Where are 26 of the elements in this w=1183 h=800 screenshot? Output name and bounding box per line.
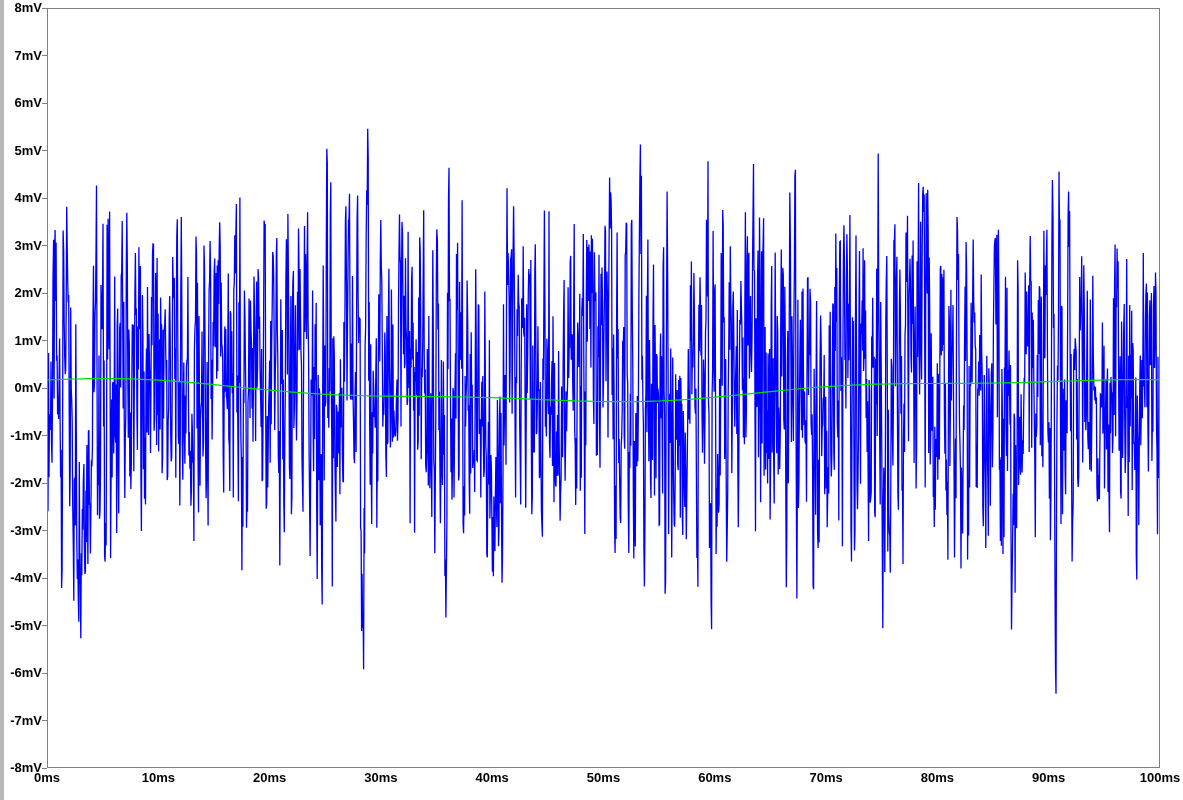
x-axis-label: 90ms	[1031, 770, 1067, 787]
y-axis-label: 3mV	[14, 237, 42, 254]
x-axis-label: 60ms	[697, 770, 733, 787]
y-axis-label: -1mV	[10, 427, 42, 444]
x-axis-label: 20ms	[251, 770, 288, 787]
y-axis-label: 1mV	[14, 332, 42, 349]
y-axis-label: -5mV	[10, 617, 42, 634]
y-axis-label: -6mV	[10, 665, 42, 681]
x-axis-label: 100ms	[1138, 770, 1182, 787]
x-axis-label: 80ms	[919, 770, 955, 787]
y-axis-label: 5mV	[14, 142, 42, 159]
y-axis-label: -2mV	[10, 475, 42, 491]
y-axis-label: 2mV	[14, 285, 42, 301]
y-axis-label: 6mV	[14, 95, 42, 111]
y-axis-label: 0mV	[14, 380, 42, 396]
x-axis-label: 30ms	[363, 770, 399, 787]
x-axis-label: 40ms	[474, 770, 510, 787]
y-axis-label: -7mV	[10, 712, 42, 729]
x-axis-label: 70ms	[808, 770, 844, 787]
x-axis-label: 50ms	[585, 770, 622, 787]
y-axis-label: 7mV	[14, 47, 42, 64]
x-axis-label: 10ms	[140, 770, 176, 787]
y-axis-label: 4mV	[14, 190, 42, 206]
y-axis-label: -3mV	[10, 522, 42, 539]
y-axis-label: 8mV	[14, 0, 42, 16]
y-axis-label: -4mV	[10, 570, 42, 586]
